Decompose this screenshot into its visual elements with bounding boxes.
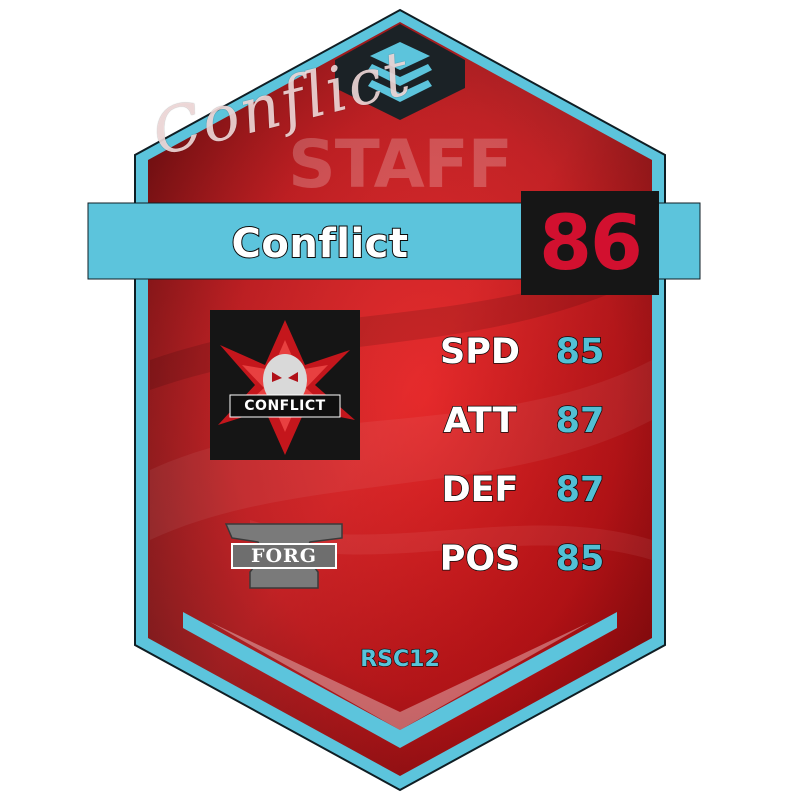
stat-label-def: DEF [441, 469, 519, 511]
forge-logo: FORG [222, 518, 346, 592]
overall-rating: 86 [539, 198, 643, 287]
team-logo-text: CONFLICT [244, 398, 326, 414]
player-card: Conflict STAFF 86 Conflict CONFLICT FORG… [0, 0, 800, 800]
team-logo: CONFLICT [210, 310, 360, 460]
player-name: Conflict [231, 220, 409, 268]
footer-label: RSC12 [360, 646, 441, 672]
stat-value-def: 87 [555, 469, 605, 511]
forge-logo-text: FORG [250, 545, 318, 567]
stat-value-pos: 85 [555, 538, 605, 580]
stat-label-spd: SPD [439, 331, 520, 373]
stat-label-att: ATT [443, 400, 517, 442]
stat-value-att: 87 [555, 400, 605, 442]
category-label: STAFF [288, 126, 513, 203]
stat-value-spd: 85 [555, 331, 605, 373]
stat-label-pos: POS [439, 538, 521, 580]
team-logo-art [210, 310, 360, 460]
